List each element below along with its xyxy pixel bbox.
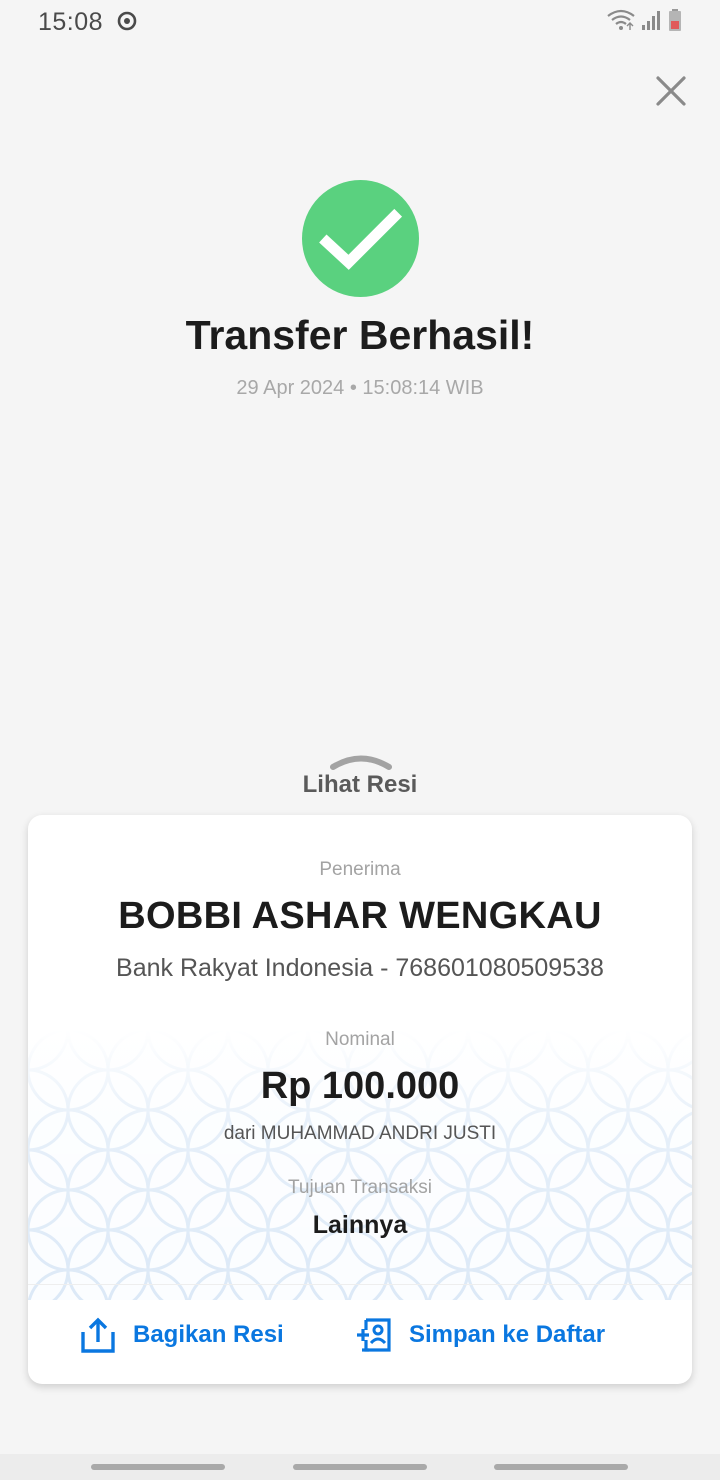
recipient-bank-account: Bank Rakyat Indonesia - 768601080509538: [116, 954, 604, 982]
share-icon: [81, 1317, 115, 1353]
chevron-up-icon[interactable]: [330, 752, 392, 770]
nav-recent-button[interactable]: [91, 1464, 225, 1470]
nav-home-button[interactable]: [293, 1464, 427, 1470]
share-receipt-label: Bagikan Resi: [133, 1321, 284, 1348]
view-receipt-button[interactable]: Lihat Resi: [0, 771, 720, 799]
save-to-list-label: Simpan ke Daftar: [409, 1321, 606, 1348]
share-receipt-button[interactable]: Bagikan Resi: [80, 1311, 284, 1359]
check-circle-icon: [301, 179, 420, 298]
battery-icon: [669, 9, 681, 31]
purpose-label: Tujuan Transaksi: [288, 1177, 432, 1198]
status-time: 15:08: [38, 8, 104, 36]
system-navigation-bar: [0, 1454, 720, 1480]
page-title: Transfer Berhasil!: [185, 312, 535, 358]
signal-icon: [642, 11, 660, 30]
card-divider: [28, 1284, 692, 1285]
save-to-list-button[interactable]: Simpan ke Daftar: [356, 1311, 605, 1359]
status-bar: 15:08: [0, 0, 720, 44]
recipient-name: BOBBI ASHAR WENGKAU: [118, 895, 602, 937]
transfer-success-screen: 15:08 Transfer Berhasil! 29 Apr 2024 • 1…: [0, 0, 720, 1480]
sender-info: dari MUHAMMAD ANDRI JUSTI: [223, 1123, 497, 1144]
sync-icon: [117, 11, 137, 31]
add-contact-icon: [357, 1318, 391, 1352]
amount-label: Nominal: [325, 1029, 395, 1050]
receipt-card: Penerima BOBBI ASHAR WENGKAU Bank Rakyat…: [28, 815, 692, 1384]
purpose-value: Lainnya: [312, 1211, 408, 1239]
close-icon[interactable]: [650, 70, 692, 112]
wifi-icon: [607, 9, 635, 30]
transaction-datetime: 29 Apr 2024 • 15:08:14 WIB: [236, 377, 484, 399]
nav-back-button[interactable]: [494, 1464, 628, 1470]
recipient-label: Penerima: [319, 859, 401, 880]
amount-value: Rp 100.000: [260, 1065, 460, 1107]
